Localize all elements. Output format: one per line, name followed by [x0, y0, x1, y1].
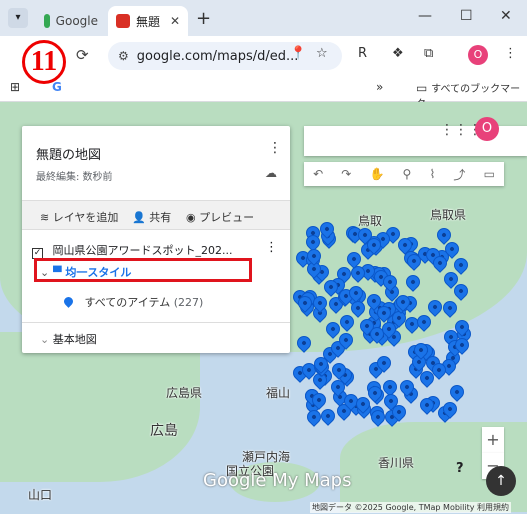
profile-avatar[interactable]: O	[468, 45, 488, 65]
add-layer-label: レイヤを追加	[52, 211, 119, 224]
close-window-icon[interactable]: ✕	[500, 8, 512, 24]
browser-menu-icon[interactable]: ⋮	[504, 46, 517, 61]
maps-pin-icon[interactable]: 📍	[290, 46, 306, 61]
share-label: 共有	[149, 211, 172, 224]
layer-name[interactable]: 岡山県公園アワードスポット_202...	[53, 244, 233, 257]
tab-mymaps[interactable]: 無題 ✕	[108, 6, 188, 36]
layers-panel: 無題の地図 最終編集: 数秒前 ⋮ ☁ ≋ レイヤを追加 👤 共有 ◉ プレビュ…	[22, 126, 290, 353]
tab-search-button[interactable]: ▾	[8, 8, 28, 28]
google-bookmark-icon[interactable]: G	[52, 80, 62, 94]
address-bar[interactable]: ⚙ google.com/maps/d/ed...	[108, 42, 342, 70]
redo-icon[interactable]: ↷	[341, 167, 351, 181]
map-options-icon[interactable]: ⋮	[268, 140, 282, 156]
map-label-tottori-pref: 鳥取県	[430, 208, 467, 222]
undo-icon[interactable]: ↶	[313, 167, 323, 181]
ruler-icon[interactable]: ▭	[484, 167, 495, 181]
marker-icon[interactable]: ⚲	[403, 167, 412, 181]
map-pin-icon	[62, 295, 75, 308]
google-my-maps-logo: Google My Maps	[203, 470, 352, 491]
base-map-label: 基本地図	[52, 333, 97, 346]
items-label: すべてのアイテム	[84, 296, 171, 309]
minimize-icon[interactable]: —	[418, 8, 432, 24]
panel-actions: ≋ レイヤを追加 👤 共有 ◉ プレビュー	[22, 200, 290, 230]
step-arrow-icon: ↑	[486, 466, 516, 496]
maximize-icon[interactable]: ☐	[460, 8, 473, 24]
tab-google[interactable]: Google	[36, 6, 106, 36]
preview-label: プレビュー	[199, 211, 255, 224]
extension-icon[interactable]: ❖	[392, 46, 404, 61]
map-label-hiroshima-pref: 広島県	[166, 386, 203, 400]
extensions-puzzle-icon[interactable]: ⧉	[424, 46, 433, 61]
zoom-in-button[interactable]: +	[482, 427, 504, 453]
tab-label: 無題	[136, 14, 161, 29]
reload-icon[interactable]: ⟳	[76, 46, 89, 64]
account-avatar[interactable]: O	[475, 117, 499, 141]
close-tab-icon[interactable]: ✕	[170, 14, 180, 28]
map-title[interactable]: 無題の地図	[36, 144, 101, 163]
map-toolbar: ↶ ↷ ✋ ⚲ ⌇ ⤴ ▭	[304, 162, 504, 186]
last-edited: 最終編集: 数秒前	[36, 172, 113, 183]
cloud-saved-icon: ☁	[265, 166, 277, 180]
directions-icon[interactable]: ⤴	[453, 166, 465, 183]
help-icon[interactable]: ?	[456, 461, 464, 476]
more-bookmarks-icon[interactable]: »	[376, 80, 383, 94]
all-items-row[interactable]: すべてのアイテム (227)	[62, 294, 204, 310]
map-label-kagawa: 香川県	[378, 456, 415, 470]
tab-label: Google	[55, 14, 98, 28]
chevron-down-icon[interactable]: ⌄	[40, 266, 49, 279]
chevron-down-icon[interactable]: ⌄	[40, 333, 49, 346]
paint-roller-icon: ▀	[53, 266, 62, 279]
new-tab-button[interactable]: +	[196, 8, 211, 29]
map-label-fukuyama: 福山	[266, 386, 291, 400]
site-info-icon[interactable]: ⚙	[118, 49, 129, 63]
bookmark-star-icon[interactable]: ☆	[316, 46, 328, 61]
url-text: google.com/maps/d/ed...	[136, 48, 299, 64]
extension-rw-icon[interactable]: R	[358, 46, 367, 61]
add-layer-button[interactable]: ≋ レイヤを追加	[40, 209, 118, 225]
step-number-badge: 11	[22, 40, 66, 84]
map-label-yamaguchi: 山口	[28, 488, 53, 502]
base-map-row[interactable]: ⌄ 基本地図	[22, 322, 290, 347]
uniform-style-link[interactable]: ⌄ ▀ 均一スタイル	[40, 264, 131, 280]
hand-icon[interactable]: ✋	[369, 167, 384, 181]
style-label: 均一スタイル	[65, 266, 132, 279]
items-count: (227)	[173, 296, 204, 309]
apps-grid-icon[interactable]: ⊞	[10, 80, 20, 94]
preview-button[interactable]: ◉ プレビュー	[186, 209, 254, 225]
map-label-tottori: 鳥取	[358, 214, 383, 228]
google-maps-icon	[44, 14, 50, 28]
folder-icon: ▭	[416, 81, 428, 95]
share-button[interactable]: 👤 共有	[132, 209, 171, 225]
mymaps-icon	[116, 14, 130, 28]
map-attribution[interactable]: 地図データ ©2025 Google, TMap Mobility 利用規約	[310, 502, 512, 513]
map-label-hiroshima: 広島	[150, 423, 178, 439]
draw-line-icon[interactable]: ⌇	[429, 167, 435, 181]
layer-item[interactable]: ✓ 岡山県公園アワードスポット_202...	[32, 242, 232, 259]
layer-options-icon[interactable]: ⋮	[265, 240, 278, 255]
